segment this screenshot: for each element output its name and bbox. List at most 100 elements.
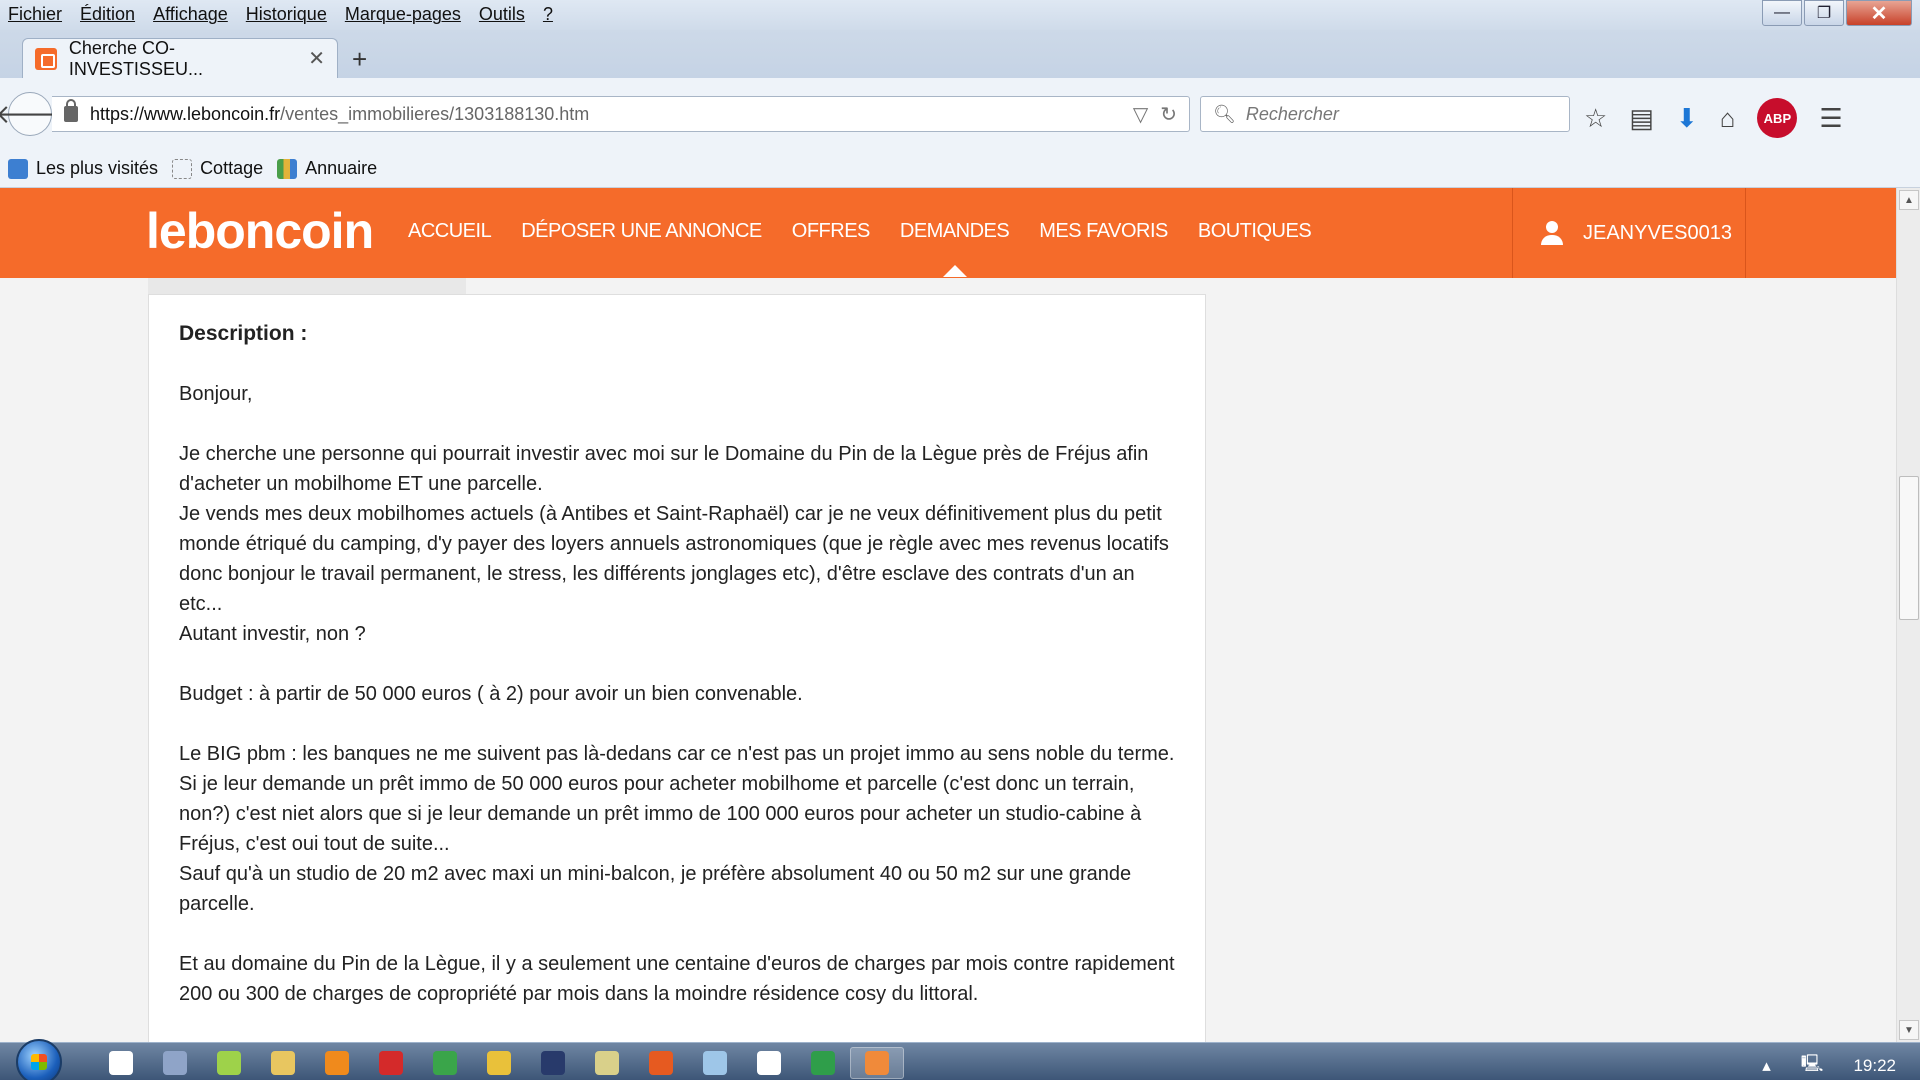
app-icon [163,1051,187,1075]
description-paragraph: Bonjour, [179,383,253,405]
taskbar-app-icon[interactable] [148,1047,202,1079]
new-tab-button[interactable]: + [352,44,367,75]
description-paragraph: Budget : à partir de 50 000 euros ( à 2)… [179,683,803,705]
toolbar-icons: ☆ ▤ ⬇ ⌂ ABP ☰ [1584,98,1843,138]
navigation-toolbar: 🡐 https://www.leboncoin.fr /ventes_immob… [0,78,1920,150]
web-page: leboncoin ACCUEIL DÉPOSER UNE ANNONCE OF… [0,188,1896,1042]
menu-outils[interactable]: Outils [479,4,525,25]
scrollbar-thumb[interactable] [1899,476,1919,620]
tab-bar: Cherche CO-INVESTISSEU... ✕ + [0,30,1920,79]
nav-deposer-annonce[interactable]: DÉPOSER UNE ANNONCE [521,220,762,243]
site-nav: ACCUEIL DÉPOSER UNE ANNONCE OFFRES DEMAN… [408,220,1312,277]
close-window-button[interactable]: ✕ [1846,0,1912,26]
taskbar-app-icon[interactable] [742,1047,796,1079]
description-heading: Description : [179,322,308,345]
app-icon [811,1051,835,1075]
start-button[interactable] [16,1039,62,1080]
taskbar-app-icon[interactable] [202,1047,256,1079]
taskbar-app-icon[interactable] [364,1047,418,1079]
description-paragraph: Le BIG pbm : les banques ne me suivent p… [179,743,1175,915]
description-paragraph: Je cherche une personne qui pourrait inv… [179,443,1169,645]
taskbar-app-icon[interactable] [418,1047,472,1079]
user-account-button[interactable]: JEANYVES0013 [1512,188,1746,278]
home-icon[interactable]: ⌂ [1720,103,1736,134]
bookmark-les-plus-visites[interactable]: Les plus visités [8,158,158,179]
url-bar-actions: ▽ ↻ [1133,102,1189,127]
adblock-plus-icon[interactable]: ABP [1757,98,1798,138]
nav-offres[interactable]: OFFRES [792,220,871,243]
taskbar-app-icon[interactable] [580,1047,634,1079]
url-bar[interactable]: https://www.leboncoin.fr /ventes_immobil… [52,96,1190,132]
search-placeholder: Rechercher [1245,103,1339,124]
window-controls: — ❐ ✕ [1762,0,1912,26]
taskbar-app-icon[interactable] [634,1047,688,1079]
user-icon [1541,221,1563,245]
bookmark-label: Les plus visités [36,158,159,178]
menu-historique[interactable]: Historique [246,4,327,25]
tab-active[interactable]: Cherche CO-INVESTISSEU... ✕ [22,37,338,79]
taskbar-app-icon[interactable] [94,1047,148,1079]
menu-help[interactable]: ? [543,4,553,25]
app-icon [217,1051,241,1075]
menu-edition[interactable]: Édition [80,4,135,25]
app-icon [379,1051,403,1075]
menu-affichage[interactable]: Affichage [153,4,228,25]
most-visited-icon [8,158,28,179]
scroll-down-arrow-icon[interactable]: ▼ [1899,1020,1919,1040]
nav-mes-favoris[interactable]: MES FAVORIS [1039,220,1168,243]
app-icon [757,1051,781,1075]
dropdown-arrow-icon[interactable]: ▽ [1133,102,1148,127]
menu-list: Fichier Édition Affichage Historique Mar… [8,4,553,25]
taskbar-app-icon[interactable] [526,1047,580,1079]
description-paragraph: Et au domaine du Pin de la Lègue, il y a… [179,953,1175,1005]
app-icon [649,1051,673,1075]
site-header: leboncoin ACCUEIL DÉPOSER UNE ANNONCE OF… [0,188,1896,278]
bookmark-star-icon[interactable]: ☆ [1584,103,1607,134]
tray-expand-icon[interactable]: ▴ [1762,1056,1771,1076]
reload-icon[interactable]: ↻ [1160,102,1177,127]
url-host: https://www.leboncoin.fr [90,103,281,124]
menu-marque-pages[interactable]: Marque-pages [345,4,461,25]
app-icon [109,1051,133,1075]
taskbar-app-icon[interactable] [472,1047,526,1079]
taskbar-app-icon[interactable] [688,1047,742,1079]
site-logo[interactable]: leboncoin [146,202,374,260]
taskbar-app-icon[interactable] [796,1047,850,1079]
menu-bar: Fichier Édition Affichage Historique Mar… [0,0,1920,30]
search-icon: 🔍︎ [1213,103,1236,124]
minimize-button[interactable]: — [1762,0,1802,26]
username: JEANYVES0013 [1583,221,1732,244]
reading-list-icon[interactable]: ▤ [1629,103,1654,134]
app-icon [541,1051,565,1075]
network-icon[interactable]: 🖳 [1801,1051,1824,1080]
clock[interactable]: 19:22 [1853,1056,1896,1076]
taskbar-app-icon[interactable] [310,1047,364,1079]
taskbar-apps [94,1047,904,1079]
back-button[interactable]: 🡐 [0,92,65,136]
taskbar-app-icon[interactable] [256,1047,310,1079]
annuaire-icon [277,158,298,179]
tab-title: Cherche CO-INVESTISSEU... [68,37,203,79]
maximize-button[interactable]: ❐ [1804,0,1844,26]
tab-close-icon[interactable]: ✕ [308,46,325,71]
app-icon [703,1051,727,1075]
nav-boutiques[interactable]: BOUTIQUES [1198,220,1312,243]
scroll-up-arrow-icon[interactable]: ▲ [1899,190,1919,210]
bookmark-cottage[interactable]: Cottage [172,158,263,179]
bookmarks-bar: Les plus visités Cottage Annuaire [0,150,1920,188]
lock-icon [64,99,78,122]
description-content: Description : Bonjour, Je cherche une pe… [179,319,1179,1039]
search-input[interactable]: 🔍︎ Rechercher [1200,96,1570,132]
vertical-scrollbar[interactable]: ▲ ▼ [1896,188,1920,1042]
downloads-icon[interactable]: ⬇ [1676,103,1698,134]
page-icon [172,158,193,179]
leboncoin-favicon-icon [35,47,57,70]
system-tray: ▴ 🖳 19:22 [1762,1051,1896,1080]
bookmark-annuaire[interactable]: Annuaire [277,158,377,179]
menu-fichier[interactable]: Fichier [8,4,62,25]
nav-accueil[interactable]: ACCUEIL [408,220,492,243]
taskbar-app-icon[interactable] [850,1047,904,1079]
nav-demandes[interactable]: DEMANDES [900,220,1010,277]
menu-hamburger-icon[interactable]: ☰ [1819,103,1842,134]
app-icon [271,1051,295,1075]
